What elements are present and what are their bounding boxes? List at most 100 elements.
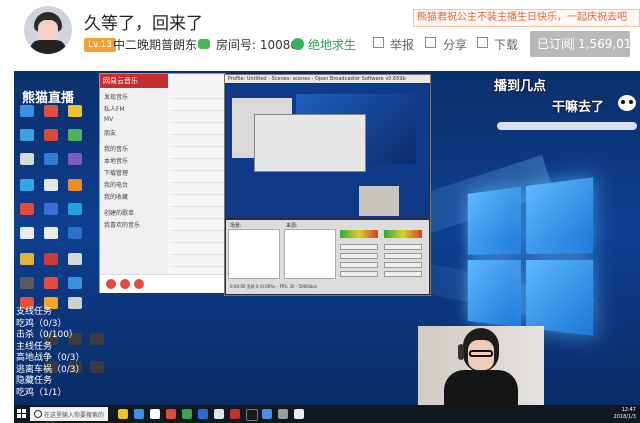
desktop-icon[interactable] — [44, 277, 58, 289]
desktop-icon[interactable] — [20, 203, 34, 215]
song-row[interactable] — [170, 150, 224, 159]
notice-banner[interactable]: 熊猫君祝公主不装主播生日快乐，一起庆祝去吧 — [413, 9, 640, 27]
taskbar-app-icon[interactable] — [118, 409, 128, 419]
game-category[interactable]: 绝地求生 — [308, 36, 356, 53]
windows-start-icon[interactable] — [17, 409, 27, 419]
taskbar-app-icon[interactable] — [198, 409, 208, 419]
obs-button[interactable] — [340, 262, 378, 268]
desktop-volume-meter[interactable] — [340, 230, 378, 238]
task-line: 主线任务 — [16, 341, 53, 352]
obs-window[interactable]: Profile: Untitled - Scenes: scenes - Ope… — [224, 74, 431, 296]
taskbar-app-icon[interactable] — [294, 409, 304, 419]
desktop-icon[interactable] — [68, 253, 82, 265]
music-menu-item[interactable]: 朋友 — [104, 128, 116, 137]
desktop-icon[interactable] — [68, 129, 82, 141]
desktop-icon[interactable] — [20, 227, 34, 239]
taskbar-app-icon[interactable] — [262, 409, 272, 419]
taskbar-app-icon[interactable] — [246, 409, 258, 421]
report-button[interactable]: 举报 — [390, 36, 414, 53]
music-menu-item[interactable]: 私人FM — [104, 104, 125, 113]
song-row[interactable] — [170, 186, 224, 195]
mic-volume-meter[interactable] — [384, 230, 422, 238]
obs-button[interactable] — [384, 262, 422, 268]
music-menu-item[interactable]: MV — [104, 116, 113, 123]
taskbar-app-icon[interactable] — [230, 409, 240, 419]
music-menu-item[interactable]: 我的音乐 — [104, 144, 128, 153]
logo-pane — [467, 186, 521, 255]
obs-button[interactable] — [340, 253, 378, 259]
previous-icon[interactable] — [106, 279, 116, 289]
desktop-icon[interactable] — [20, 105, 34, 117]
taskbar-app-icon[interactable] — [214, 409, 224, 419]
music-menu-item[interactable]: 创建的歌单 — [104, 208, 134, 217]
song-row[interactable] — [170, 234, 224, 243]
taskbar-app-icon[interactable] — [150, 409, 160, 419]
song-row[interactable] — [170, 258, 224, 267]
desktop-icon[interactable] — [44, 253, 58, 265]
play-pause-icon[interactable] — [120, 279, 130, 289]
desktop-icon[interactable] — [44, 129, 58, 141]
desktop-icon[interactable] — [68, 227, 82, 239]
music-menu-item[interactable]: 发现音乐 — [104, 92, 128, 101]
desktop-icon[interactable] — [68, 153, 82, 165]
desktop-icon[interactable] — [20, 153, 34, 165]
level-badge: Lv.13 — [84, 38, 116, 52]
song-row[interactable] — [170, 138, 224, 147]
song-row[interactable] — [170, 222, 224, 231]
song-row[interactable] — [170, 210, 224, 219]
song-row[interactable] — [170, 102, 224, 111]
desktop-icon[interactable] — [20, 253, 34, 265]
desktop-icon[interactable] — [90, 333, 104, 345]
desktop-icon[interactable] — [44, 179, 58, 191]
song-row[interactable] — [170, 90, 224, 99]
streamer-body — [444, 370, 518, 406]
subscribe-button[interactable]: 已订阅 1,569,012 — [530, 31, 639, 57]
scenes-list[interactable] — [228, 229, 280, 279]
download-button[interactable]: 下载 — [494, 36, 518, 53]
host-avatar[interactable] — [24, 6, 72, 54]
song-row[interactable] — [170, 114, 224, 123]
share-button[interactable]: 分享 — [443, 36, 467, 53]
desktop-icon[interactable] — [20, 179, 34, 191]
desktop-icon[interactable] — [20, 277, 34, 289]
song-row[interactable] — [170, 174, 224, 183]
song-row[interactable] — [170, 246, 224, 255]
desktop-icon[interactable] — [44, 227, 58, 239]
music-menu-item[interactable]: 本地音乐 — [104, 156, 128, 165]
song-row[interactable] — [170, 198, 224, 207]
obs-button[interactable] — [384, 253, 422, 259]
video-player[interactable]: 熊猫直播 支线任务 吃鸡（0/3） 击杀（0/100） 主线任务 高地战争（0/… — [14, 71, 640, 423]
next-icon[interactable] — [134, 279, 144, 289]
music-menu-item[interactable]: 我的收藏 — [104, 192, 128, 201]
search-icon — [34, 410, 42, 418]
taskbar-app-icon[interactable] — [278, 409, 288, 419]
desktop-icon[interactable] — [68, 203, 82, 215]
desktop-icon[interactable] — [44, 105, 58, 117]
obs-button[interactable] — [384, 244, 422, 250]
chat-icon[interactable] — [198, 39, 210, 49]
music-menu-item[interactable]: 我的电台 — [104, 180, 128, 189]
music-menu-item[interactable]: 我喜欢的音乐 — [104, 220, 140, 229]
music-player-window[interactable]: 网易云音乐 发现音乐 私人FM MV 朋友 我的音乐 本地音乐 下载管理 我的电… — [99, 73, 226, 293]
obs-button[interactable] — [340, 271, 378, 277]
desktop-icon[interactable] — [68, 105, 82, 117]
taskbar-app-icon[interactable] — [166, 409, 176, 419]
desktop-icon[interactable] — [68, 277, 82, 289]
desktop-icon[interactable] — [20, 129, 34, 141]
taskbar-app-icon[interactable] — [182, 409, 192, 419]
taskbar-clock[interactable]: 12:47 2018/1/3 — [600, 407, 636, 421]
desktop-icon[interactable] — [44, 153, 58, 165]
obs-button[interactable] — [384, 271, 422, 277]
obs-button[interactable] — [340, 244, 378, 250]
song-row[interactable] — [170, 126, 224, 135]
song-row[interactable] — [170, 162, 224, 171]
desktop-icon[interactable] — [90, 361, 104, 373]
desktop-icon[interactable] — [44, 203, 58, 215]
taskbar-app-icon[interactable] — [134, 409, 144, 419]
scenes-label: 场景: — [230, 223, 242, 229]
taskbar-search-input[interactable]: 在这里输入你要搜索的内容 — [30, 407, 108, 423]
music-menu-item[interactable]: 下载管理 — [104, 168, 128, 177]
host-name[interactable]: 中二晚期普朗东 — [113, 36, 197, 53]
sources-list[interactable] — [284, 229, 336, 279]
desktop-icon[interactable] — [68, 179, 82, 191]
